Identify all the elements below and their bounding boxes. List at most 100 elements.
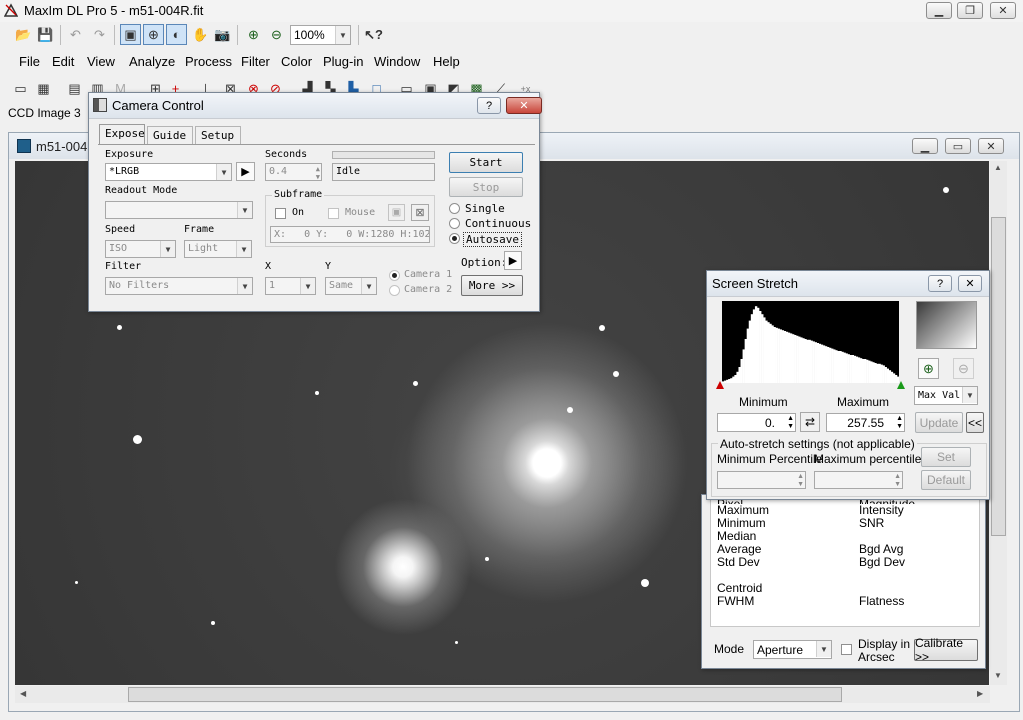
menu-file[interactable]: File: [19, 54, 40, 69]
histogram-bar: [820, 344, 824, 383]
close-button[interactable]: ✕: [990, 2, 1016, 19]
min-marker-icon[interactable]: [716, 381, 724, 389]
tool-icon-1[interactable]: ▭: [10, 78, 31, 99]
histogram-bar: [763, 317, 766, 383]
tool-icon-2[interactable]: ▦: [33, 78, 54, 99]
stretch-help-button[interactable]: ?: [928, 275, 952, 292]
tab-setup[interactable]: Setup: [195, 126, 241, 144]
options-arrow-button[interactable]: ▶: [504, 251, 522, 270]
tab-expose[interactable]: Expose: [99, 124, 145, 145]
stop-button[interactable]: Stop: [449, 177, 523, 197]
menu-plugin[interactable]: Plug-in: [323, 54, 363, 69]
autosave-radio[interactable]: [449, 233, 460, 244]
histogram-bar: [884, 367, 887, 383]
menu-window[interactable]: Window: [374, 54, 420, 69]
redo-icon[interactable]: ↷: [89, 24, 110, 45]
swap-icon[interactable]: ⇄: [800, 412, 820, 432]
menu-color[interactable]: Color: [281, 54, 312, 69]
menu-view[interactable]: View: [87, 54, 115, 69]
menu-filter[interactable]: Filter: [241, 54, 270, 69]
frame-select[interactable]: Light ▼: [184, 240, 252, 258]
menu-process[interactable]: Process: [185, 54, 232, 69]
camera-control-icon[interactable]: 📷: [212, 24, 233, 45]
menu-edit[interactable]: Edit: [52, 54, 74, 69]
save-icon[interactable]: 💾: [35, 24, 56, 45]
menu-help[interactable]: Help: [433, 54, 460, 69]
start-button[interactable]: Start: [449, 152, 523, 173]
binning-y-select[interactable]: Same ▼: [325, 277, 377, 295]
filter-select[interactable]: No Filters ▼: [105, 277, 253, 295]
subframe-on-checkbox[interactable]: [275, 208, 286, 219]
seconds-input[interactable]: 0.4 ▲ ▼: [265, 163, 322, 181]
image-view-icon[interactable]: ▣: [120, 24, 141, 45]
subframe-clear-icon[interactable]: ⊠: [411, 204, 429, 221]
stretch-histogram[interactable]: [722, 301, 899, 383]
zoom-out-icon[interactable]: ⊖: [953, 358, 974, 379]
exposure-play-button[interactable]: ▶: [236, 162, 255, 181]
subframe-label: Subframe: [272, 189, 325, 200]
histogram-bar: [759, 311, 762, 383]
update-button[interactable]: Update: [915, 412, 963, 433]
aperture-icon[interactable]: ◐: [166, 24, 187, 45]
histogram-bar: [822, 345, 826, 383]
help-context-icon[interactable]: ↖?: [363, 24, 384, 45]
zoom-select[interactable]: 100% ▼: [290, 25, 351, 45]
camera-help-button[interactable]: ?: [477, 97, 501, 114]
camera2-radio[interactable]: [389, 285, 400, 296]
mode-select[interactable]: Aperture ▼: [753, 640, 832, 659]
restore-button[interactable]: ❐: [957, 2, 983, 19]
camera1-radio[interactable]: [389, 270, 400, 281]
vertical-scroll-thumb[interactable]: [991, 217, 1006, 536]
minimize-button[interactable]: ▁: [926, 2, 952, 19]
histogram-bar: [892, 373, 896, 383]
open-icon[interactable]: 📂: [13, 24, 34, 45]
undo-icon[interactable]: ↶: [65, 24, 86, 45]
histogram-bar: [775, 327, 778, 383]
pan-hand-icon[interactable]: ✋: [190, 24, 211, 45]
speed-select[interactable]: ISO ▼: [105, 240, 176, 258]
calibrate-button[interactable]: Calibrate >>: [914, 636, 978, 664]
continuous-radio[interactable]: [449, 218, 460, 229]
menu-analyze[interactable]: Analyze: [129, 54, 175, 69]
image-horizontal-scrollbar[interactable]: ◀ ▶: [15, 686, 990, 703]
min-percentile-input[interactable]: ▲ ▼: [717, 471, 806, 489]
tab-guide[interactable]: Guide: [147, 126, 193, 144]
set-button[interactable]: Set: [921, 447, 971, 467]
camera-close-button[interactable]: ✕: [506, 97, 542, 114]
horizontal-scroll-thumb[interactable]: [128, 687, 842, 702]
gradient-preview: [916, 301, 977, 349]
mouse-checkbox[interactable]: [328, 208, 339, 219]
zoom-out-icon[interactable]: ⊖: [266, 24, 287, 45]
histogram-bar: [781, 330, 785, 383]
more-button[interactable]: More >>: [461, 275, 523, 296]
binning-x-select[interactable]: 1 ▼: [265, 277, 316, 295]
image-close-button[interactable]: ✕: [978, 138, 1004, 154]
readout-mode-select[interactable]: ▼: [105, 201, 253, 219]
collapse-button[interactable]: <<: [966, 412, 984, 433]
display-arcsec-checkbox[interactable]: [841, 644, 852, 655]
histogram-bar: [734, 375, 737, 383]
subframe-coords-field: X: 0 Y: 0 W:1280 H:102: [270, 226, 430, 243]
max-marker-icon[interactable]: [897, 381, 905, 389]
maximum-input[interactable]: 257.55 ▲ ▼: [826, 413, 905, 432]
tool-icon-3[interactable]: ▤: [64, 78, 85, 99]
image-restore-button[interactable]: ▭: [945, 138, 971, 154]
image-vertical-scrollbar[interactable]: ▲ ▼: [990, 161, 1007, 685]
stretch-close-button[interactable]: ✕: [958, 275, 982, 292]
crosshair-icon[interactable]: ⊕: [143, 24, 164, 45]
zoom-in-icon[interactable]: ⊕: [918, 358, 939, 379]
seconds-label: Seconds: [265, 149, 308, 160]
continuous-label: Continuous: [465, 217, 532, 230]
exposure-select[interactable]: *LRGB ▼: [105, 163, 232, 181]
zoom-in-icon[interactable]: ⊕: [243, 24, 264, 45]
image-minimize-button[interactable]: ▁: [912, 138, 938, 154]
single-radio[interactable]: [449, 203, 460, 214]
default-button[interactable]: Default: [921, 470, 971, 490]
histogram-bar: [816, 343, 820, 383]
histogram-bar: [754, 306, 758, 383]
subframe-select-icon[interactable]: ▣: [388, 204, 405, 221]
minimum-input[interactable]: 0. ▲ ▼: [717, 413, 796, 432]
max-val-select[interactable]: Max Val ▼: [914, 386, 978, 405]
single-label: Single: [465, 202, 505, 215]
max-percentile-input[interactable]: ▲ ▼: [814, 471, 903, 489]
